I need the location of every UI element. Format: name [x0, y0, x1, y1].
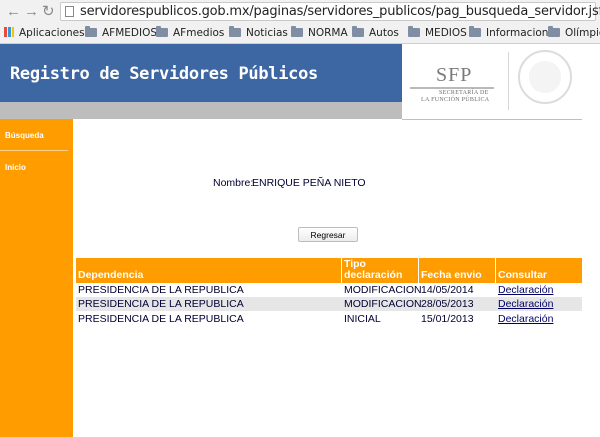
table-header: Dependencia Tipo declaración Fecha envio…	[76, 258, 582, 283]
page-icon	[65, 6, 74, 17]
header-consultar: Consultar	[498, 269, 548, 281]
header-divider	[402, 119, 582, 120]
bookmark-olimpico[interactable]: Olímpico	[548, 26, 600, 40]
address-bar[interactable]: servidorespublicos.gob.mx/paginas/servid…	[60, 2, 600, 21]
cell-dependencia: PRESIDENCIA DE LA REPUBLICA	[78, 284, 244, 296]
declaracion-link[interactable]: Declaración	[498, 297, 553, 311]
bookmarks-bar: Aplicaciones AFMEDIOS AFmedios Noticias …	[0, 24, 600, 44]
cell-fecha: 15/01/2013	[421, 313, 474, 325]
folder-icon	[408, 26, 420, 37]
cell-fecha: 14/05/2014	[421, 284, 474, 296]
header-tipo-declaracion: Tipo declaración	[342, 258, 419, 283]
sfp-logo-subtitle-2: LA FUNCIÓN PÚBLICA	[421, 97, 490, 103]
folder-icon	[469, 26, 481, 37]
cell-dependencia: PRESIDENCIA DE LA REPUBLICA	[78, 298, 244, 310]
folder-icon	[548, 26, 560, 37]
bookmark-aplicaciones[interactable]: Aplicaciones	[4, 26, 85, 40]
cell-tipo: MODIFICACION	[344, 298, 422, 310]
browser-toolbar: ← → ↻ servidorespublicos.gob.mx/paginas/…	[0, 0, 600, 25]
sfp-logo-text: SFP	[436, 64, 473, 86]
national-seal-icon	[518, 50, 572, 104]
regresar-button[interactable]: Regresar	[298, 227, 358, 242]
sfp-logo-line	[410, 87, 494, 89]
table-row: PRESIDENCIA DE LA REPUBLICA INICIAL 15/0…	[76, 312, 582, 326]
nombre-label: Nombre:	[213, 177, 254, 189]
table-row: PRESIDENCIA DE LA REPUBLICA MODIFICACION…	[76, 297, 582, 311]
sidebar-divider	[0, 150, 68, 151]
url-text[interactable]: servidorespublicos.gob.mx/paginas/servid…	[80, 4, 600, 19]
nombre-value: ENRIQUE PEÑA NIETO	[252, 177, 366, 189]
bookmark-informacion[interactable]: Informacion	[469, 26, 548, 40]
declaracion-link[interactable]: Declaración	[498, 283, 553, 297]
folder-icon	[291, 26, 303, 37]
declaracion-link[interactable]: Declaración	[498, 312, 553, 326]
folder-icon	[85, 26, 97, 37]
sidebar-item-inicio[interactable]: Inicio	[5, 163, 26, 172]
folder-icon	[229, 26, 241, 37]
bookmark-noticias[interactable]: Noticias	[229, 26, 288, 40]
header-strip	[0, 102, 402, 119]
page-title: Registro de Servidores Públicos	[10, 64, 318, 84]
reload-icon[interactable]: ↻	[42, 3, 55, 21]
apps-icon	[4, 27, 14, 37]
cell-fecha: 28/05/2013	[421, 298, 474, 310]
bookmark-autos[interactable]: Autos	[352, 26, 399, 40]
folder-icon	[352, 26, 364, 37]
cell-tipo: INICIAL	[344, 313, 381, 325]
sidebar-item-busqueda[interactable]: Búsqueda	[5, 131, 44, 140]
table-row: PRESIDENCIA DE LA REPUBLICA MODIFICACION…	[76, 283, 582, 297]
back-arrow-icon[interactable]: ←	[6, 3, 21, 21]
folder-icon	[156, 26, 168, 37]
cell-dependencia: PRESIDENCIA DE LA REPUBLICA	[78, 313, 244, 325]
bookmark-medios[interactable]: MEDIOS	[408, 26, 467, 40]
header-fecha-envio: Fecha envio	[419, 258, 496, 283]
bookmark-afmedios-2[interactable]: AFmedios	[156, 26, 224, 40]
logo-divider	[508, 52, 509, 110]
forward-arrow-icon[interactable]: →	[24, 3, 39, 21]
bookmark-afmedios[interactable]: AFMEDIOS	[85, 26, 157, 40]
sfp-logo-subtitle-1: SECRETARÍA DE	[439, 90, 489, 96]
header-dependencia: Dependencia	[76, 258, 342, 283]
cell-tipo: MODIFICACION	[344, 284, 422, 296]
bookmark-norma[interactable]: NORMA	[291, 26, 348, 40]
